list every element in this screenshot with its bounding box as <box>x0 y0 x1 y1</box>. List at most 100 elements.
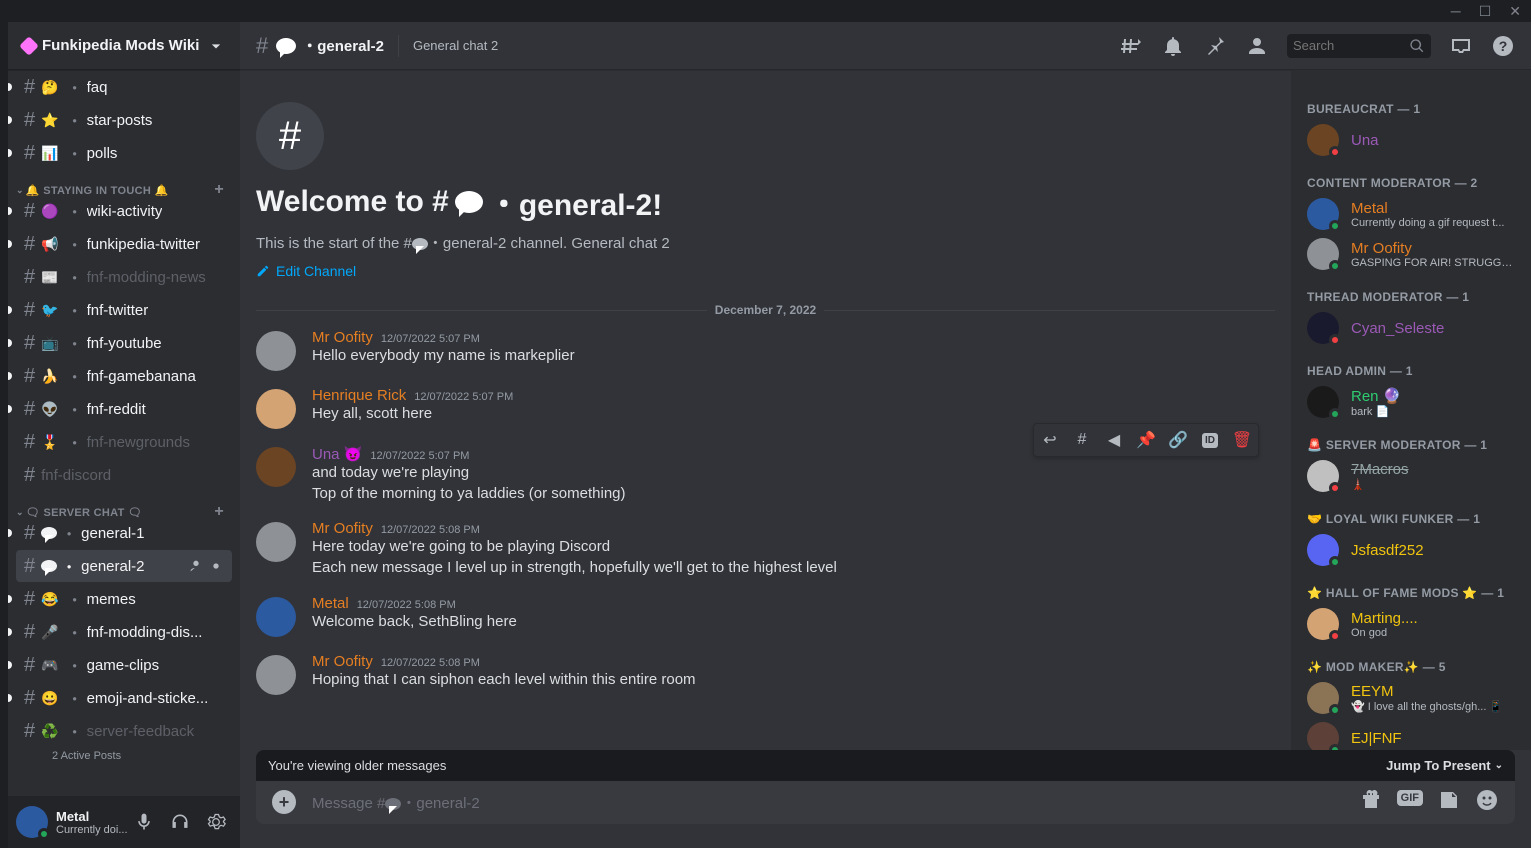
category-header[interactable]: ⌄🗨 SERVER CHAT 🗨+ <box>8 492 240 516</box>
member-item[interactable]: Jsfasdf252 <box>1299 530 1523 570</box>
member-name: 7Macros <box>1351 461 1515 478</box>
member-item[interactable]: EJ|FNF <box>1299 718 1523 750</box>
member-avatar <box>1307 460 1339 492</box>
message-avatar[interactable] <box>256 655 296 695</box>
minimize-icon[interactable]: ─ <box>1451 3 1461 19</box>
delete-icon[interactable]: 🗑 <box>1226 424 1258 456</box>
server-header[interactable]: Funkipedia Mods Wiki <box>8 22 240 70</box>
channel-item[interactable]: #fnf-discord <box>16 459 232 491</box>
link-icon[interactable]: 🔗 <box>1162 424 1194 456</box>
member-item[interactable]: EEYM👻 I love all the ghosts/gh... 📱 <box>1299 678 1523 718</box>
members-icon[interactable] <box>1245 34 1269 58</box>
id-icon[interactable]: ID <box>1194 424 1226 456</box>
member-name: EJ|FNF <box>1351 730 1515 747</box>
message-time: 12/07/2022 5:08 PM <box>357 599 456 611</box>
message-author[interactable]: Henrique Rick <box>312 387 406 404</box>
member-item[interactable]: Cyan_Seleste <box>1299 308 1523 348</box>
member-name: Jsfasdf252 <box>1351 542 1515 559</box>
message-avatar[interactable] <box>256 597 296 637</box>
message-avatar[interactable] <box>256 447 296 487</box>
message-author[interactable]: Mr Oofity <box>312 653 373 670</box>
thread-icon[interactable]: # <box>1066 424 1098 456</box>
member-item[interactable]: Marting....On god <box>1299 604 1523 644</box>
channel-item[interactable]: #👽・fnf-reddit <box>16 393 232 425</box>
channel-name: ・general-2 <box>302 35 384 56</box>
mute-mic-button[interactable] <box>128 806 160 838</box>
jump-to-present[interactable]: Jump To Present ⌄ <box>1386 758 1503 773</box>
message-author[interactable]: Mr Oofity <box>312 329 373 346</box>
gear-icon[interactable] <box>208 558 224 574</box>
member-avatar <box>1307 722 1339 750</box>
channel-item[interactable]: #⭐・star-posts <box>16 104 232 136</box>
member-list[interactable]: BUREAUCRAT — 1 UnaCONTENT MODERATOR — 2 … <box>1291 70 1531 750</box>
inbox-icon[interactable] <box>1449 34 1473 58</box>
maximize-icon[interactable]: ☐ <box>1479 3 1492 20</box>
channel-item[interactable]: #📰・fnf-modding-news <box>16 261 232 293</box>
message-avatar[interactable] <box>256 522 296 562</box>
message-text: and today we're playing <box>312 463 1275 484</box>
emoji-icon[interactable] <box>1475 788 1499 817</box>
notifications-icon[interactable] <box>1161 34 1185 58</box>
message-author[interactable]: Una 😈 <box>312 445 362 463</box>
threads-icon[interactable] <box>1119 34 1143 58</box>
gift-icon[interactable] <box>1359 788 1383 817</box>
search-input[interactable] <box>1293 38 1409 53</box>
invite-icon[interactable] <box>188 558 204 574</box>
message-input[interactable]: Message #・general-2 <box>312 792 1359 813</box>
divider <box>398 35 399 57</box>
channel-item[interactable]: #・general-1 <box>16 517 232 549</box>
attach-button[interactable]: + <box>272 790 296 814</box>
channel-item[interactable]: #🟣・wiki-activity <box>16 195 232 227</box>
member-status: GASPING FOR AIR! STRUGGL... <box>1351 257 1515 269</box>
role-header: ✨ MOD MAKER✨ — 5 <box>1299 644 1523 678</box>
message-scroller[interactable]: # Welcome to #・general-2! This is the st… <box>240 70 1291 750</box>
status-dot <box>38 828 50 840</box>
member-item[interactable]: MetalCurrently doing a gif request t... <box>1299 194 1523 234</box>
message-avatar[interactable] <box>256 331 296 371</box>
message-time: 12/07/2022 5:08 PM <box>381 657 480 669</box>
member-item[interactable]: Ren 🔮bark 📄 <box>1299 382 1523 422</box>
channel-item[interactable]: #🎮・game-clips <box>16 649 232 681</box>
old-messages-bar[interactable]: You're viewing older messages Jump To Pr… <box>256 750 1515 781</box>
message-author[interactable]: Metal <box>312 595 349 612</box>
message: Una 😈 12/07/2022 5:07 PM and today we're … <box>256 437 1275 512</box>
search-box[interactable] <box>1287 34 1431 58</box>
member-item[interactable]: 7Macros🗼 <box>1299 456 1523 496</box>
member-status: bark 📄 <box>1351 405 1515 418</box>
self-avatar[interactable] <box>16 806 48 838</box>
help-icon[interactable]: ? <box>1491 34 1515 58</box>
react-icon[interactable]: ◀ <box>1098 424 1130 456</box>
close-icon[interactable]: ✕ <box>1509 3 1521 20</box>
channel-item[interactable]: #📢・funkipedia-twitter <box>16 228 232 260</box>
status-dot <box>1329 556 1341 568</box>
channel-item[interactable]: #😂・memes <box>16 583 232 615</box>
message: Mr Oofity12/07/2022 5:08 PM Hoping that … <box>256 645 1275 703</box>
pinned-icon[interactable] <box>1203 34 1227 58</box>
reply-icon[interactable]: ↩ <box>1034 424 1066 456</box>
settings-button[interactable] <box>200 806 232 838</box>
message-text: Top of the morning to ya laddies (or som… <box>312 484 1275 505</box>
status-dot <box>1329 630 1341 642</box>
edit-channel-link[interactable]: Edit Channel <box>256 263 356 279</box>
channel-item[interactable]: #🤔・faq <box>16 71 232 103</box>
category-header[interactable]: ⌄🔔 STAYING IN TOUCH 🔔+ <box>8 170 240 194</box>
channel-item[interactable]: #📊・polls <box>16 137 232 169</box>
channel-item[interactable]: #🎤・fnf-modding-dis... <box>16 616 232 648</box>
channel-item[interactable]: #🎖️・fnf-newgrounds <box>16 426 232 458</box>
channel-item[interactable]: #🐦・fnf-twitter <box>16 294 232 326</box>
channel-item[interactable]: #🍌・fnf-gamebanana <box>16 360 232 392</box>
message-avatar[interactable] <box>256 389 296 429</box>
member-item[interactable]: Una <box>1299 120 1523 160</box>
sticker-icon[interactable] <box>1437 788 1461 817</box>
message-time: 12/07/2022 5:07 PM <box>370 450 469 462</box>
channel-item[interactable]: #😀・emoji-and-sticke... <box>16 682 232 714</box>
pin-icon[interactable]: 📌 <box>1130 424 1162 456</box>
member-item[interactable]: Mr OofityGASPING FOR AIR! STRUGGL... <box>1299 234 1523 274</box>
channel-item[interactable]: #・general-2 <box>16 550 232 582</box>
deafen-button[interactable] <box>164 806 196 838</box>
channel-item[interactable]: #📺・fnf-youtube <box>16 327 232 359</box>
gif-button[interactable]: GIF <box>1397 788 1423 817</box>
role-header: 🚨 SERVER MODERATOR — 1 <box>1299 422 1523 456</box>
channel-item[interactable]: #♻️・server-feedback <box>16 715 232 747</box>
message-author[interactable]: Mr Oofity <box>312 520 373 537</box>
